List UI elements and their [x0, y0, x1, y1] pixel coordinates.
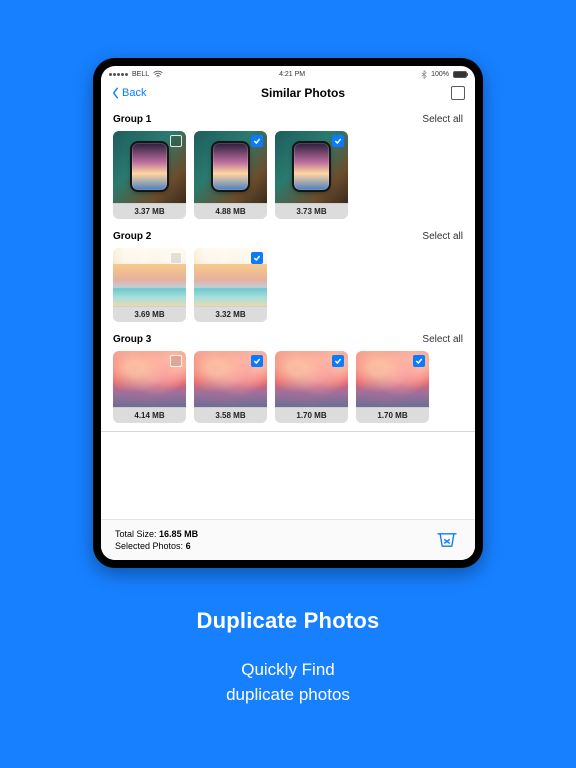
photo-size-label: 3.73 MB: [275, 203, 348, 219]
content-scroll[interactable]: Group 1Select all3.37 MB4.88 MB3.73 MBGr…: [101, 110, 475, 519]
photo-image: [194, 351, 267, 407]
photo-thumbnail[interactable]: 3.58 MB: [194, 351, 267, 423]
carrier-label: BELL: [132, 71, 149, 78]
divider: [101, 431, 475, 432]
wifi-icon: [153, 70, 163, 78]
delete-button[interactable]: [433, 528, 461, 552]
photo-image: [113, 248, 186, 306]
total-size-value: 16.85 MB: [159, 529, 198, 539]
photo-size-label: 3.37 MB: [113, 203, 186, 219]
total-size-label: Total Size:: [115, 529, 157, 539]
page-title: Similar Photos: [181, 86, 425, 100]
checkbox-checked-icon[interactable]: [332, 355, 344, 367]
photo-group: Group 1 Select all 3.37 MB 4.88 MB 3.73 MB: [113, 110, 463, 219]
thumbnail-row: 4.14 MB 3.58 MB 1.70 MB 1.70 MB: [113, 351, 463, 423]
group-title: Group 3: [113, 334, 151, 345]
select-all-button[interactable]: Select all: [422, 231, 463, 242]
thumbnail-row: 3.69 MB 3.32 MB: [113, 248, 463, 322]
thumbnail-row: 3.37 MB 4.88 MB 3.73 MB: [113, 131, 463, 219]
app-screen: BELL 4:21 PM 100% Back Similar Photos Gr…: [101, 66, 475, 560]
group-header: Group 1 Select all: [113, 110, 463, 131]
photo-group: Group 2 Select all 3.69 MB 3.32 MB: [113, 227, 463, 322]
group-title: Group 1: [113, 114, 151, 125]
photo-image: [356, 351, 429, 407]
photo-image: [194, 131, 267, 203]
marketing-headline: Duplicate Photos: [197, 608, 380, 634]
group-title: Group 2: [113, 231, 151, 242]
chevron-left-icon: [111, 87, 120, 99]
photo-size-label: 1.70 MB: [275, 407, 348, 423]
battery-icon: [453, 71, 467, 78]
photo-image: [113, 351, 186, 407]
photo-thumbnail[interactable]: 3.73 MB: [275, 131, 348, 219]
battery-percent: 100%: [431, 71, 449, 78]
photo-thumbnail[interactable]: 4.88 MB: [194, 131, 267, 219]
select-all-button[interactable]: Select all: [422, 334, 463, 345]
trash-icon: [436, 530, 458, 550]
marketing-caption: Duplicate Photos Quickly Find duplicate …: [197, 608, 380, 707]
photo-thumbnail[interactable]: 3.32 MB: [194, 248, 267, 322]
selected-count-label: Selected Photos:: [115, 541, 183, 551]
signal-dots-icon: [109, 73, 128, 76]
photo-thumbnail[interactable]: 1.70 MB: [275, 351, 348, 423]
marketing-subtext: Quickly Find duplicate photos: [197, 658, 380, 707]
select-all-global-checkbox[interactable]: [451, 86, 465, 100]
tablet-frame: BELL 4:21 PM 100% Back Similar Photos Gr…: [93, 58, 483, 568]
photo-thumbnail[interactable]: 4.14 MB: [113, 351, 186, 423]
selected-count-value: 6: [186, 541, 191, 551]
photo-thumbnail[interactable]: 3.69 MB: [113, 248, 186, 322]
photo-size-label: 4.88 MB: [194, 203, 267, 219]
status-bar: BELL 4:21 PM 100%: [101, 66, 475, 82]
photo-size-label: 3.58 MB: [194, 407, 267, 423]
bluetooth-icon: [421, 70, 427, 79]
group-header: Group 3 Select all: [113, 330, 463, 351]
select-all-button[interactable]: Select all: [422, 114, 463, 125]
checkbox-checked-icon[interactable]: [251, 252, 263, 264]
photo-group: Group 3 Select all 4.14 MB 3.58 MB 1.70 MB 1.…: [113, 330, 463, 423]
navigation-bar: Back Similar Photos: [101, 82, 475, 110]
photo-image: [113, 131, 186, 203]
checkbox-empty-icon[interactable]: [170, 355, 182, 367]
checkbox-checked-icon[interactable]: [251, 355, 263, 367]
photo-image: [275, 351, 348, 407]
footer-bar: Total Size: 16.85 MB Selected Photos: 6: [101, 519, 475, 560]
back-button[interactable]: Back: [111, 87, 181, 99]
checkbox-checked-icon[interactable]: [332, 135, 344, 147]
clock-label: 4:21 PM: [279, 71, 305, 78]
checkbox-checked-icon[interactable]: [413, 355, 425, 367]
photo-size-label: 3.69 MB: [113, 306, 186, 322]
checkbox-empty-icon[interactable]: [170, 252, 182, 264]
selection-summary: Total Size: 16.85 MB Selected Photos: 6: [115, 529, 198, 551]
back-label: Back: [122, 87, 146, 99]
photo-image: [194, 248, 267, 306]
photo-size-label: 4.14 MB: [113, 407, 186, 423]
photo-size-label: 3.32 MB: [194, 306, 267, 322]
photo-thumbnail[interactable]: 1.70 MB: [356, 351, 429, 423]
group-header: Group 2 Select all: [113, 227, 463, 248]
photo-thumbnail[interactable]: 3.37 MB: [113, 131, 186, 219]
photo-size-label: 1.70 MB: [356, 407, 429, 423]
checkbox-checked-icon[interactable]: [251, 135, 263, 147]
checkbox-empty-icon[interactable]: [170, 135, 182, 147]
photo-image: [275, 131, 348, 203]
